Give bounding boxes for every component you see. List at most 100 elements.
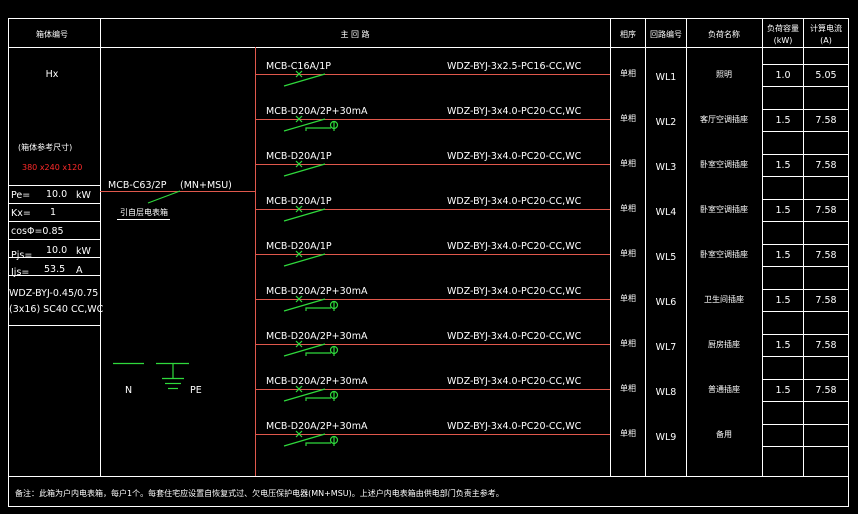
pjs-unit: kW — [76, 246, 92, 257]
header-load-capacity: 负荷容量 — [767, 23, 799, 33]
drawing-canvas: 箱体编号 主 回 路 相序 回路编号 负荷名称 负荷容量 (kW) 计算电流 (… — [0, 0, 858, 514]
circuit-current-a: 7.58 — [815, 385, 836, 396]
header-phase: 相序 — [620, 29, 636, 39]
circuit-row: MCB-D20A/1P WDZ-BYJ-3x4.0-PC20-CC,WC 单相 WL3… — [255, 151, 848, 177]
circuit-load-name: 备用 — [716, 429, 732, 439]
rcd-link — [305, 352, 331, 356]
circuit-row: MCB-D20A/1P WDZ-BYJ-3x4.0-PC20-CC,WC 单相 WL5… — [255, 241, 848, 267]
circuit-current-a: 7.58 — [815, 160, 836, 171]
distribution-box-diagram: 箱体编号 主 回 路 相序 回路编号 负荷名称 负荷容量 (kW) 计算电流 (… — [8, 18, 849, 507]
circuit-cable-spec: WDZ-BYJ-3x4.0-PC20-CC,WC — [447, 286, 582, 297]
n-pe-terminals: N PE — [113, 362, 202, 396]
pjs-label: Pjs= — [11, 250, 32, 261]
circuit-cable-spec: WDZ-BYJ-3x4.0-PC20-CC,WC — [447, 196, 582, 207]
circuit-breaker-switch — [283, 298, 326, 312]
circuit-id: WL3 — [656, 162, 677, 173]
circuit-load-kw: 1.5 — [775, 160, 790, 171]
circuit-breaker-label: MCB-D20A/2P+30mA — [266, 106, 368, 117]
circuit-current-a: 7.58 — [815, 295, 836, 306]
circuit-phase: 单相 — [620, 248, 636, 258]
circuit-breaker-label: MCB-D20A/2P+30mA — [266, 421, 368, 432]
ijs-value: 53.5 — [44, 264, 65, 275]
circuit-row: MCB-D20A/2P+30mA WDZ-BYJ-3x4.0-PC20-CC,WC… — [255, 421, 848, 447]
ref-size-label: (箱体参考尺寸) — [18, 142, 72, 152]
pe-unit: kW — [76, 190, 92, 201]
circuit-phase: 单相 — [620, 293, 636, 303]
circuit-id: WL2 — [656, 117, 677, 128]
header-calc-current-unit: (A) — [820, 36, 832, 45]
circuit-load-name: 客厅空调插座 — [700, 114, 748, 124]
circuit-row: MCB-D20A/2P+30mA WDZ-BYJ-3x4.0-PC20-CC,WC… — [255, 376, 848, 402]
cos-phi: cosΦ=0.85 — [11, 226, 64, 237]
circuit-current-a: 7.58 — [815, 115, 836, 126]
incoming-cable-line1: WDZ-BYJ-0.45/0.75 — [9, 288, 98, 299]
pe-value: 10.0 — [46, 189, 67, 200]
header-load-capacity-unit: (kW) — [774, 36, 793, 45]
header-load-name: 负荷名称 — [708, 29, 740, 39]
circuit-cable-spec: WDZ-BYJ-3x4.0-PC20-CC,WC — [447, 106, 582, 117]
circuit-load-name: 普通插座 — [708, 384, 740, 394]
header-circuit-number: 回路编号 — [650, 29, 682, 39]
circuit-breaker-switch — [283, 118, 326, 132]
pe-terminal-label: PE — [190, 385, 202, 396]
circuit-load-name: 卧室空调插座 — [700, 249, 748, 259]
circuit-load-kw: 1.5 — [775, 385, 790, 396]
circuit-breaker-label: MCB-D20A/2P+30mA — [266, 286, 368, 297]
circuit-phase: 单相 — [620, 113, 636, 123]
rcd-link — [305, 397, 331, 401]
kx-value: 1 — [50, 207, 56, 218]
n-label: N — [125, 385, 132, 396]
circuit-row: MCB-D20A/2P+30mA WDZ-BYJ-3x4.0-PC20-CC,WC… — [255, 106, 848, 132]
circuit-id: WL9 — [656, 432, 677, 443]
circuit-cable-spec: WDZ-BYJ-3x4.0-PC20-CC,WC — [447, 151, 582, 162]
footer-note: 备注：此箱为户内电表箱，每户1个。每套住宅应设置自恢复式过、欠电压保护电器(MN… — [15, 488, 504, 498]
circuit-row: MCB-C16A/1P WDZ-BYJ-3x2.5-PC16-CC,WC 单相 WL1… — [255, 61, 848, 87]
pe-label: Pe= — [11, 190, 30, 201]
circuit-load-kw: 1.0 — [775, 70, 790, 81]
circuit-id: WL7 — [656, 342, 677, 353]
circuit-id: WL4 — [656, 207, 677, 218]
circuit-row: MCB-D20A/2P+30mA WDZ-BYJ-3x4.0-PC20-CC,WC… — [255, 331, 848, 357]
circuit-phase: 单相 — [620, 428, 636, 438]
circuit-id: WL6 — [656, 297, 677, 308]
rcd-link — [305, 307, 331, 311]
circuit-id: WL5 — [656, 252, 677, 263]
circuit-load-kw: 1.5 — [775, 250, 790, 261]
circuit-phase: 单相 — [620, 383, 636, 393]
pjs-value: 10.0 — [46, 245, 67, 256]
circuit-load-kw: 1.5 — [775, 205, 790, 216]
header-calc-current: 计算电流 — [810, 23, 842, 33]
box-id: Hx — [46, 69, 59, 80]
circuit-rows: MCB-C16A/1P WDZ-BYJ-3x2.5-PC16-CC,WC 单相 WL1… — [255, 61, 848, 447]
left-info-panel: Hx (箱体参考尺寸) 380 x240 x120 Pe= 10.0 kW Kx… — [9, 69, 104, 315]
header-box-number: 箱体编号 — [36, 29, 68, 39]
incoming-mcb-accessory: (MN+MSU) — [180, 180, 232, 191]
circuit-current-a: 5.05 — [815, 70, 836, 81]
ijs-label: Ijs= — [11, 267, 29, 278]
circuit-breaker-label: MCB-D20A/1P — [266, 196, 332, 207]
circuit-current-a: 7.58 — [815, 250, 836, 261]
circuit-breaker-switch — [283, 433, 326, 447]
incoming-mcb-label: MCB-C63/2P — [108, 180, 167, 191]
incoming-cable-line2: (3x16) SC40 CC,WC — [9, 304, 104, 315]
circuit-id: WL1 — [656, 72, 677, 83]
circuit-breaker-switch — [283, 208, 326, 222]
rcd-link — [305, 127, 331, 131]
circuit-load-name: 卫生间插座 — [704, 294, 744, 304]
circuit-breaker-label: MCB-D20A/2P+30mA — [266, 331, 368, 342]
circuit-load-kw: 1.5 — [775, 115, 790, 126]
circuit-breaker-switch — [283, 163, 326, 177]
circuit-load-kw: 1.5 — [775, 295, 790, 306]
circuit-load-name: 照明 — [716, 70, 732, 79]
circuit-phase: 单相 — [620, 203, 636, 213]
circuit-breaker-label: MCB-D20A/1P — [266, 151, 332, 162]
circuit-current-a: 7.58 — [815, 205, 836, 216]
circuit-load-name: 卧室空调插座 — [700, 159, 748, 169]
circuit-breaker-switch — [283, 253, 326, 267]
circuit-cable-spec: WDZ-BYJ-3x2.5-PC16-CC,WC — [447, 61, 582, 72]
circuit-cable-spec: WDZ-BYJ-3x4.0-PC20-CC,WC — [447, 376, 582, 387]
circuit-cable-spec: WDZ-BYJ-3x4.0-PC20-CC,WC — [447, 241, 582, 252]
circuit-breaker-label: MCB-D20A/2P+30mA — [266, 376, 368, 387]
table-header: 箱体编号 主 回 路 相序 回路编号 负荷名称 负荷容量 (kW) 计算电流 (… — [36, 23, 842, 45]
circuit-cable-spec: WDZ-BYJ-3x4.0-PC20-CC,WC — [447, 421, 582, 432]
